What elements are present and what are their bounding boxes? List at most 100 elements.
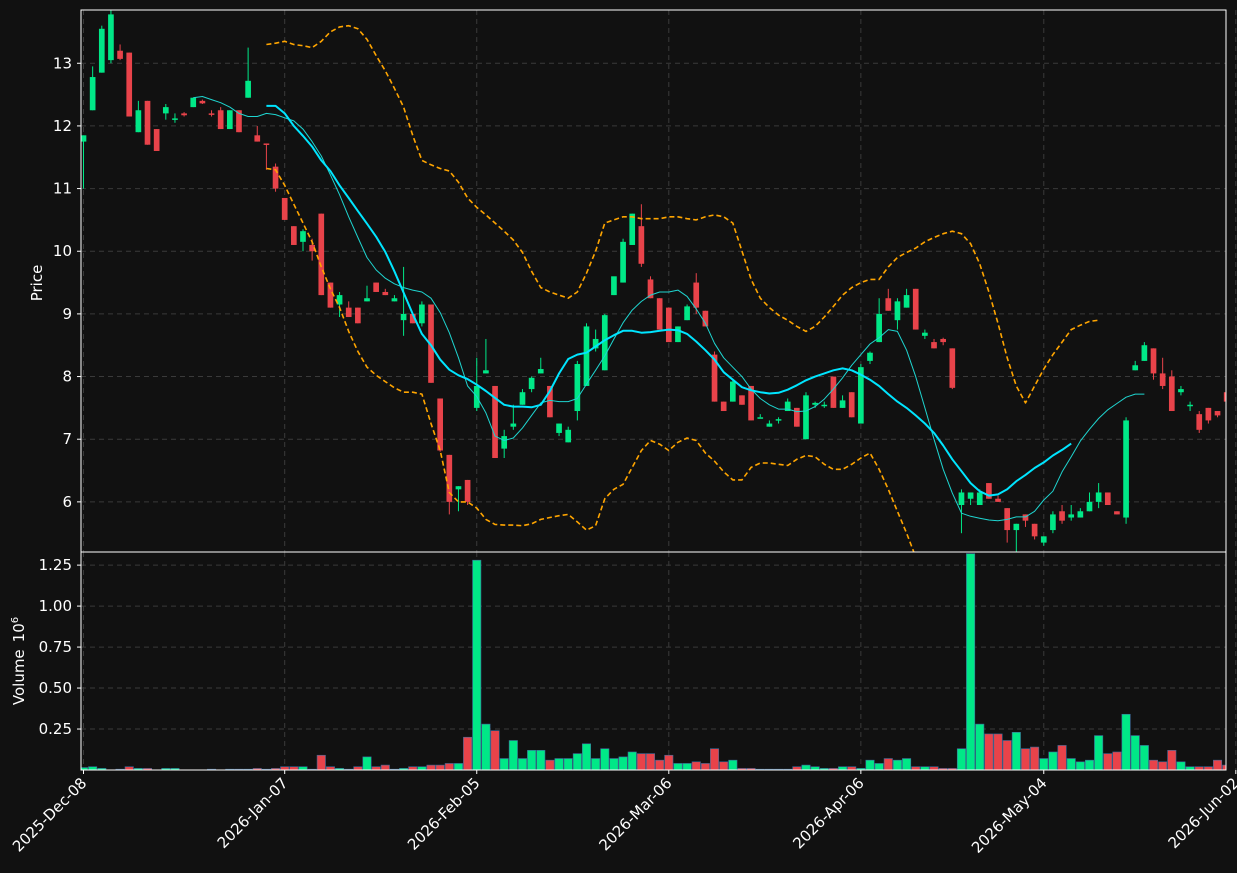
volume-bar — [801, 764, 811, 770]
candle-body — [98, 28, 105, 73]
candle-body — [281, 197, 288, 220]
volume-bar — [499, 758, 509, 770]
volume-bar — [728, 759, 738, 770]
candle-body — [391, 298, 398, 302]
candle-body — [345, 307, 352, 318]
volume-tick-label: 1.25 — [39, 556, 72, 574]
candle-body — [684, 306, 690, 321]
candle-body — [1114, 511, 1120, 515]
candle-body — [519, 392, 526, 405]
candle-body — [208, 113, 215, 115]
candle-body — [1141, 345, 1148, 361]
volume-bar — [892, 759, 902, 770]
candle-body — [912, 288, 919, 330]
volume-bar — [636, 753, 646, 770]
volume-bar — [1121, 713, 1131, 770]
volume-axis-multiplier: 10 — [10, 623, 28, 642]
price-tick-label: 7 — [62, 430, 72, 448]
volume-bar — [1002, 740, 1012, 770]
candle-body — [455, 486, 462, 490]
candle-body — [739, 395, 745, 405]
candle-body — [693, 282, 700, 308]
volume-bar — [316, 754, 326, 770]
volume-bar — [1139, 745, 1149, 770]
candle-body — [327, 282, 334, 308]
volume-bar — [710, 748, 720, 770]
candle-body — [583, 326, 590, 386]
candle-body — [1178, 389, 1184, 393]
candle-body — [226, 110, 233, 130]
volume-bar — [1149, 759, 1159, 770]
volume-bar — [664, 754, 674, 770]
volume-bar — [545, 759, 555, 770]
candle-body — [656, 298, 663, 330]
candle-body — [1104, 492, 1111, 506]
volume-bar — [572, 753, 582, 770]
volume-tick-label: 0.75 — [39, 638, 72, 656]
candle-body — [1086, 501, 1093, 512]
candle-body — [89, 77, 96, 111]
candle-body — [675, 326, 681, 343]
volume-axis-label-text: Volume — [10, 649, 28, 705]
volume-bar — [444, 763, 454, 770]
candle-body — [181, 113, 187, 116]
candle-body — [153, 129, 160, 151]
candle-body — [1187, 404, 1193, 407]
volume-bar — [984, 733, 994, 770]
candle-body — [757, 417, 764, 419]
volume-bar — [618, 756, 628, 770]
volume-bar — [472, 559, 482, 770]
volume-bar — [362, 756, 372, 770]
volume-bar — [508, 740, 518, 770]
volume-bar — [956, 748, 966, 770]
volume-bar — [536, 750, 546, 770]
price-tick-label: 8 — [62, 368, 72, 386]
candle-body — [373, 282, 379, 292]
candle-body — [510, 423, 517, 427]
volume-bar — [453, 763, 463, 770]
volume-bar — [527, 750, 537, 770]
volume-bar — [682, 763, 692, 770]
candle-body — [976, 492, 983, 506]
volume-tick-label: 0.50 — [39, 679, 72, 697]
candle-body — [318, 213, 325, 296]
volume-bar — [1011, 732, 1021, 770]
candle-body — [665, 307, 672, 343]
volume-bar — [463, 736, 473, 770]
candle-body — [483, 370, 489, 374]
candle-body — [300, 231, 306, 242]
volume-bar — [655, 759, 665, 770]
candle-body — [199, 100, 206, 104]
candle-body — [1132, 365, 1139, 371]
candle-body — [949, 348, 956, 388]
volume-bar — [1094, 735, 1104, 770]
volume-bar — [1057, 745, 1067, 770]
volume-bar — [600, 748, 610, 770]
volume-bar — [481, 723, 491, 770]
volume-bar — [1030, 746, 1040, 770]
candle-body — [574, 364, 581, 412]
volume-bar — [1020, 748, 1030, 770]
volume-axis-label: Volume 106 — [10, 617, 28, 705]
candle-body — [528, 377, 535, 390]
volume-bar — [581, 743, 592, 770]
candle-body — [81, 135, 87, 142]
volume-bar — [380, 764, 390, 770]
volume-bar — [1176, 761, 1186, 770]
price-tick-label: 9 — [62, 305, 72, 323]
volume-bar — [993, 733, 1003, 770]
candle-body — [885, 298, 892, 311]
volume-bar — [1084, 759, 1094, 770]
candle-body — [263, 143, 270, 145]
candle-body — [1013, 523, 1020, 531]
candle-body — [729, 381, 736, 402]
candle-body — [821, 404, 828, 407]
candle-body — [172, 118, 178, 120]
candle-body — [537, 369, 544, 374]
candle-body — [1159, 373, 1166, 386]
candle-body — [775, 419, 782, 421]
candle-body — [629, 213, 636, 245]
candle-body — [1196, 414, 1203, 430]
candle-body — [1214, 411, 1221, 416]
candle-body — [565, 429, 572, 443]
